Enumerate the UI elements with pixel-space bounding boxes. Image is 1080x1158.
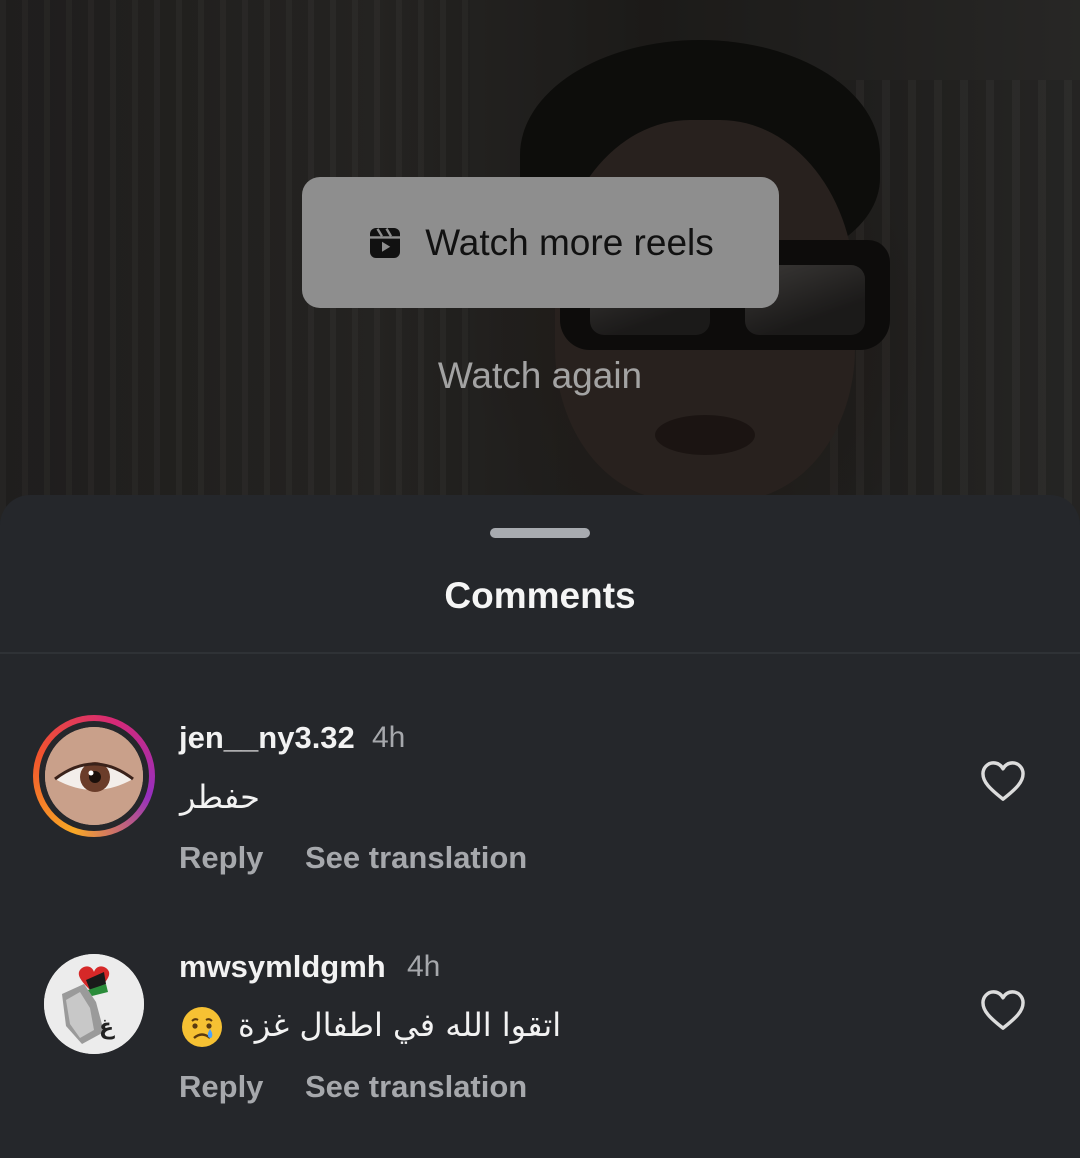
avatar[interactable]: غ <box>44 954 144 1054</box>
reply-button[interactable]: Reply <box>179 840 263 876</box>
avatar-image <box>45 727 143 825</box>
reply-button[interactable]: Reply <box>179 1069 263 1105</box>
comments-sheet: Comments <box>0 495 1080 1158</box>
comment-text: حفطر <box>180 778 260 816</box>
reels-icon <box>370 227 401 258</box>
watch-more-reels-button[interactable]: Watch more reels <box>302 177 779 308</box>
comment-body: حفطر <box>180 778 260 816</box>
header-divider <box>0 652 1080 654</box>
svg-text:غ: غ <box>99 1015 115 1040</box>
heart-icon[interactable] <box>980 989 1026 1031</box>
heart-icon[interactable] <box>980 760 1026 802</box>
comment-username[interactable]: mwsymldgmh <box>179 949 386 985</box>
comment-text: اتقوا الله في اطفال غزة <box>180 1005 561 1049</box>
sheet-title: Comments <box>444 575 636 616</box>
comment-body: اتقوا الله في اطفال غزة <box>238 1006 562 1044</box>
watch-again-button[interactable]: Watch again <box>0 355 1080 397</box>
watch-more-reels-label: Watch more reels <box>425 221 714 263</box>
see-translation-button[interactable]: See translation <box>305 1069 527 1105</box>
comment-timestamp: 4h <box>407 950 441 983</box>
eye-avatar-picture <box>45 727 143 825</box>
comment-timestamp: 4h <box>372 721 406 754</box>
palestine-heart-avatar-picture: غ <box>44 954 144 1054</box>
avatar[interactable] <box>33 715 155 837</box>
see-translation-button[interactable]: See translation <box>305 840 527 876</box>
sheet-drag-handle[interactable] <box>490 528 590 538</box>
comment-username[interactable]: jen__ny3.32 <box>179 720 355 756</box>
crying-face-emoji <box>182 1007 222 1047</box>
